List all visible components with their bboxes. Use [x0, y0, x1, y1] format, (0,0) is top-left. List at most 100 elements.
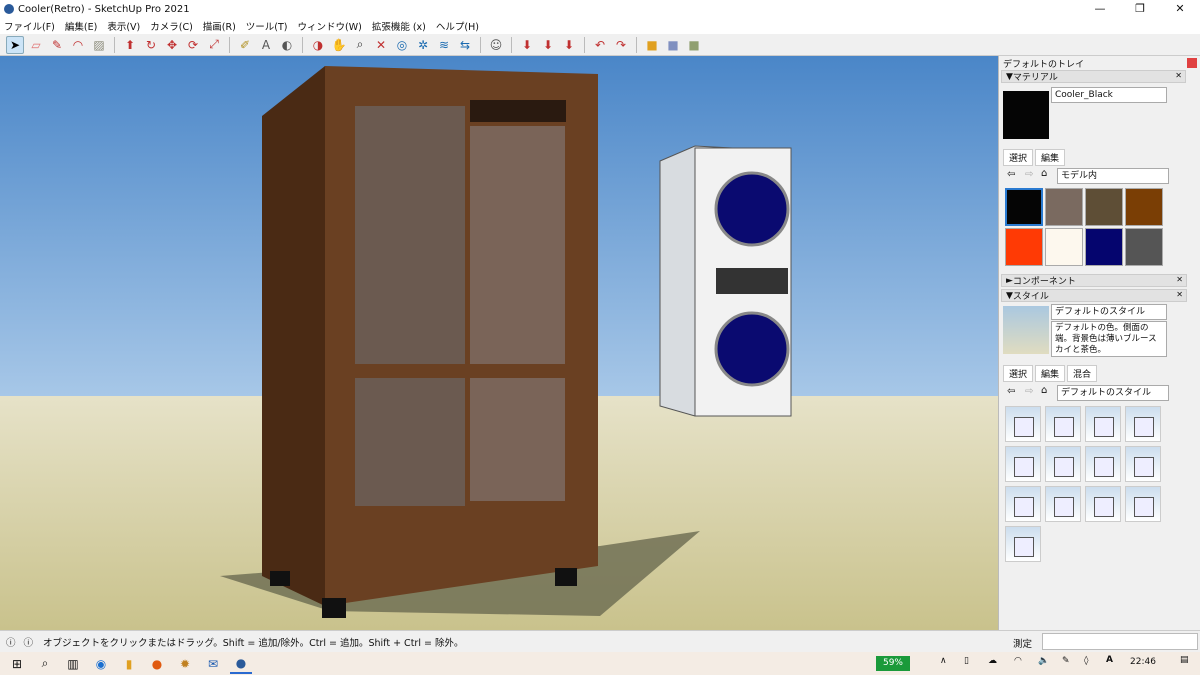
menu-item[interactable]: ファイル(F) — [4, 19, 55, 33]
sandbox-j-icon[interactable]: ⬇ — [518, 36, 536, 54]
close-icon[interactable]: ✕ — [1176, 275, 1183, 284]
style-thumbnail[interactable] — [1005, 406, 1041, 442]
notification-icon[interactable]: ▤ — [1180, 655, 1189, 665]
components-header[interactable]: ► コンポーネント ✕ — [1001, 274, 1187, 287]
share-icon[interactable]: ⇆ — [456, 36, 474, 54]
push-pull-icon[interactable]: ⬆ — [121, 36, 139, 54]
clock[interactable]: 22:46 — [1130, 657, 1156, 667]
arc-icon[interactable]: ◠ — [69, 36, 87, 54]
menu-item[interactable]: ツール(T) — [246, 19, 288, 33]
back-icon[interactable]: ⇦ — [1007, 169, 1015, 180]
tab-edit[interactable]: 編集 — [1035, 149, 1066, 166]
menu-item[interactable]: 編集(E) — [65, 19, 97, 33]
style-thumbnail[interactable] — [1125, 406, 1161, 442]
layers-icon[interactable]: ≋ — [435, 36, 453, 54]
box-green-icon[interactable]: ■ — [685, 36, 703, 54]
menu-item[interactable]: 拡張機能 (x) — [372, 19, 426, 33]
material-swatch[interactable] — [1045, 188, 1083, 226]
cloud-icon[interactable]: ☁ — [988, 656, 997, 666]
sandbox-n-icon[interactable]: ⬇ — [560, 36, 578, 54]
dropbox-icon[interactable]: ◊ — [1084, 656, 1088, 666]
home-icon[interactable]: ⌂ — [1041, 168, 1047, 179]
style-thumbnail[interactable] — [1045, 486, 1081, 522]
file-explorer-icon[interactable]: ▮ — [118, 654, 140, 674]
box-yellow-icon[interactable]: ■ — [643, 36, 661, 54]
close-icon[interactable]: ✕ — [1175, 71, 1182, 80]
text-icon[interactable]: A — [257, 36, 275, 54]
geolocation-icon[interactable]: ⓘ — [6, 635, 16, 649]
style-thumbnail[interactable] — [1125, 486, 1161, 522]
sandbox-v-icon[interactable]: ⬇ — [539, 36, 557, 54]
home-icon[interactable]: ⌂ — [1041, 385, 1047, 396]
tab-select[interactable]: 選択 — [1003, 149, 1034, 166]
material-swatch[interactable] — [1085, 228, 1123, 266]
profile-icon[interactable]: ☺ — [487, 36, 505, 54]
credits-icon[interactable]: ⓘ — [24, 635, 34, 649]
menu-item[interactable]: カメラ(C) — [150, 19, 193, 33]
style-thumbnail[interactable] — [1005, 486, 1041, 522]
style-thumbnail[interactable] — [1005, 446, 1041, 482]
wifi-icon[interactable]: ◠ — [1014, 656, 1022, 666]
style-description[interactable]: デフォルトの色。側面の端。背景色は薄いブルースカイと茶色。 — [1051, 321, 1167, 357]
pencil-icon[interactable]: ✎ — [48, 36, 66, 54]
menu-item[interactable]: ウィンドウ(W) — [298, 19, 362, 33]
orbit-icon[interactable]: ◑ — [309, 36, 327, 54]
volume-icon[interactable]: 🔈 — [1038, 656, 1049, 666]
box-blue-icon[interactable]: ■ — [664, 36, 682, 54]
style-thumbnail[interactable] — [1085, 486, 1121, 522]
tape-measure-icon[interactable]: ✐ — [236, 36, 254, 54]
style-thumbnail[interactable] — [1045, 446, 1081, 482]
search-icon[interactable]: ⌕ — [34, 654, 56, 674]
tool-a-icon[interactable]: ↶ — [591, 36, 609, 54]
warehouse-icon[interactable]: ◎ — [393, 36, 411, 54]
material-swatch[interactable] — [1005, 188, 1043, 226]
style-thumbnail[interactable] — [1005, 526, 1041, 562]
material-swatch[interactable] — [1005, 228, 1043, 266]
menu-item[interactable]: ヘルプ(H) — [436, 19, 479, 33]
windows-start-icon[interactable]: ⊞ — [6, 654, 28, 674]
scale-icon[interactable]: ⤢ — [205, 36, 223, 54]
model-viewport[interactable] — [0, 56, 998, 630]
pen-icon[interactable]: ✎ — [1062, 656, 1070, 666]
material-swatch[interactable] — [1125, 228, 1163, 266]
tray-close-icon[interactable] — [1187, 58, 1197, 68]
follow-me-icon[interactable]: ↻ — [142, 36, 160, 54]
tab-mix[interactable]: 混合 — [1067, 365, 1098, 382]
maximize-button[interactable]: ❐ — [1120, 0, 1160, 18]
style-library-dropdown[interactable]: デフォルトのスタイル — [1057, 385, 1169, 401]
close-icon[interactable]: ✕ — [1176, 290, 1183, 299]
style-thumbnail[interactable] — [1045, 406, 1081, 442]
move-icon[interactable]: ✥ — [163, 36, 181, 54]
style-name-field[interactable]: デフォルトのスタイル — [1051, 304, 1167, 320]
edge-icon[interactable]: ◉ — [90, 654, 112, 674]
material-name-field[interactable]: Cooler_Black — [1051, 87, 1167, 103]
measure-input[interactable] — [1042, 633, 1198, 650]
app-icon[interactable]: ✹ — [174, 654, 196, 674]
zoom-extents-icon[interactable]: ✕ — [372, 36, 390, 54]
rotate-icon[interactable]: ⟳ — [184, 36, 202, 54]
eraser-icon[interactable]: ▱ — [27, 36, 45, 54]
styles-header[interactable]: ▼ スタイル ✕ — [1001, 289, 1187, 302]
close-button[interactable]: ✕ — [1160, 0, 1200, 18]
material-library-dropdown[interactable]: モデル内 — [1057, 168, 1169, 184]
select-icon[interactable]: ➤ — [6, 35, 24, 54]
menu-item[interactable]: 表示(V) — [107, 19, 140, 33]
material-swatch[interactable] — [1045, 228, 1083, 266]
device-icon[interactable]: ▯ — [964, 656, 969, 666]
style-thumbnail[interactable] — [1085, 406, 1121, 442]
firefox-icon[interactable]: ● — [146, 654, 168, 674]
chevron-up-icon[interactable]: ∧ — [940, 656, 947, 666]
tab-edit[interactable]: 編集 — [1035, 365, 1066, 382]
tool-b-icon[interactable]: ↷ — [612, 36, 630, 54]
back-icon[interactable]: ⇦ — [1007, 386, 1015, 397]
material-swatch[interactable] — [1125, 188, 1163, 226]
material-swatch[interactable] — [1085, 188, 1123, 226]
forward-icon[interactable]: ⇨ — [1025, 386, 1033, 397]
zoom-icon[interactable]: ⌕ — [351, 36, 369, 54]
extension-icon[interactable]: ✲ — [414, 36, 432, 54]
paint-bucket-icon[interactable]: ◐ — [278, 36, 296, 54]
mail-icon[interactable]: ✉ — [202, 654, 224, 674]
ime-indicator[interactable]: A — [1106, 655, 1113, 665]
menu-item[interactable]: 描画(R) — [203, 19, 236, 33]
pan-icon[interactable]: ✋ — [330, 36, 348, 54]
